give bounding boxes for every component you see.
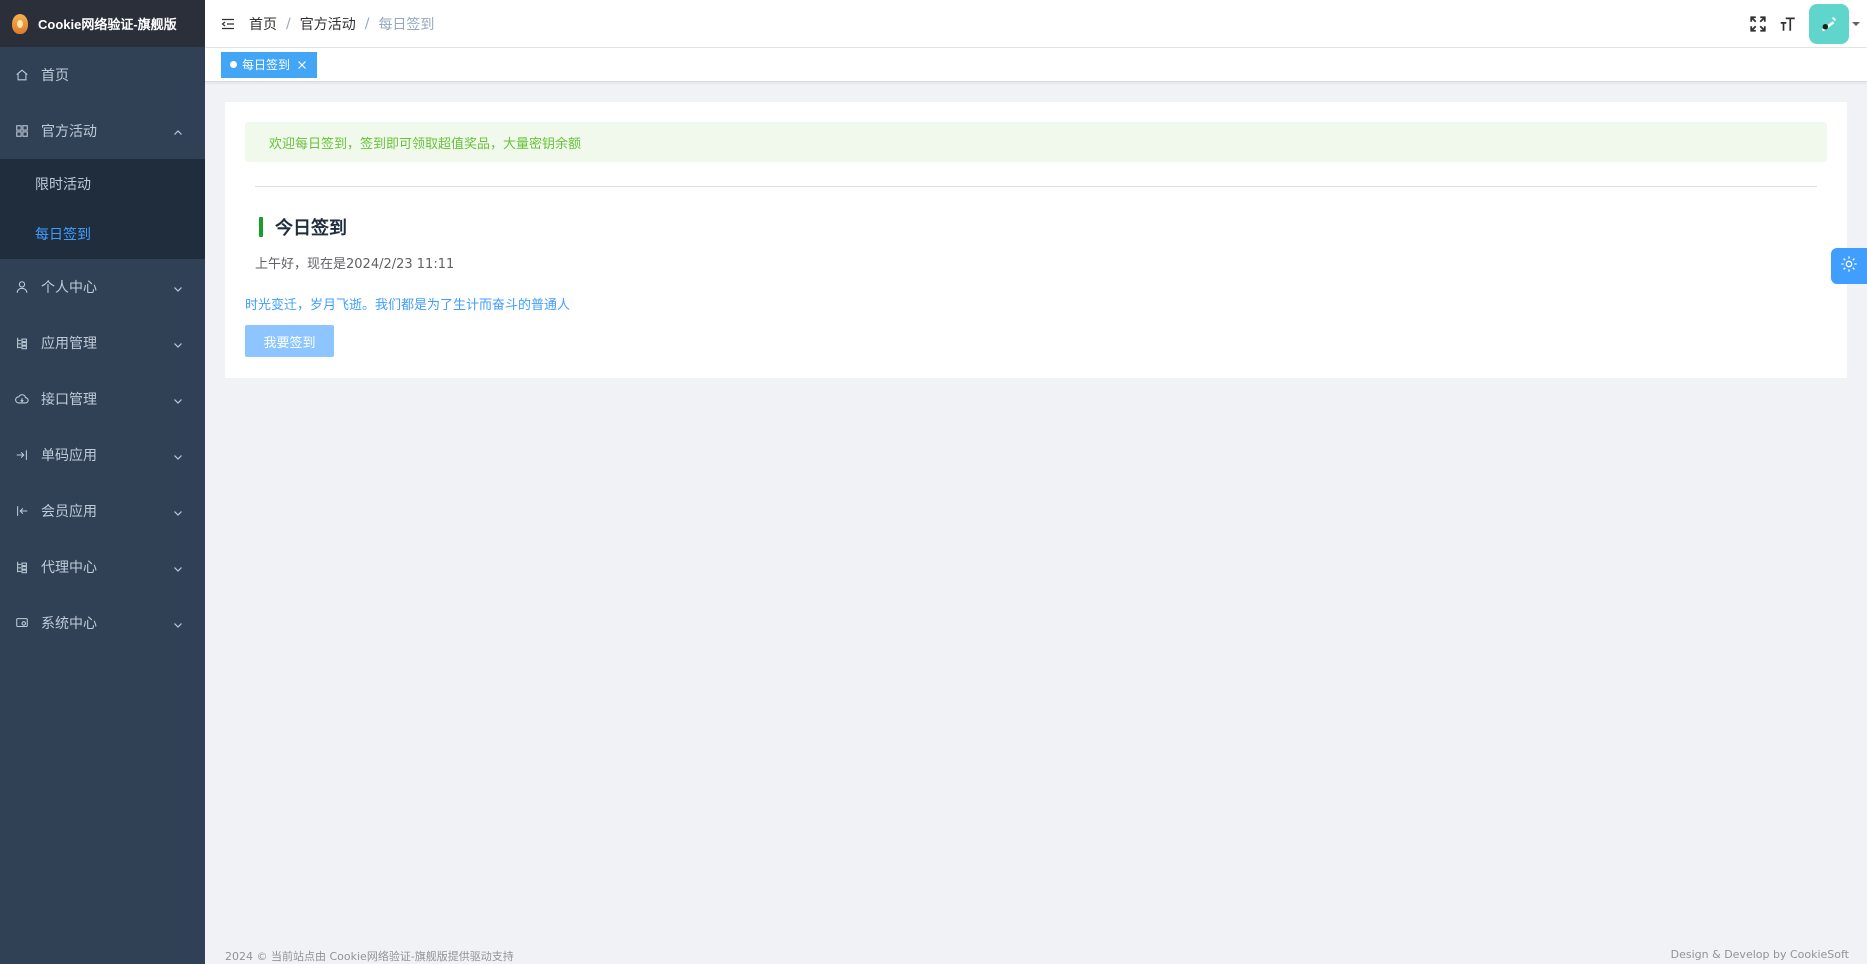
sidebar-logo[interactable]: Cookie网络验证-旗舰版 [0,0,205,47]
chevron-down-icon [173,506,183,516]
tags-view: 每日签到 [205,48,1867,82]
chevron-down-icon [173,338,183,348]
close-icon[interactable] [296,59,308,71]
breadcrumb-daily-signin: 每日签到 [378,16,435,33]
sidebar-item-label: 系统中心 [41,616,97,632]
app-title: Cookie网络验证-旗舰版 [38,17,177,32]
section-title: 今日签到 [259,214,347,240]
logo-icon [12,13,28,34]
sidebar-item-label: 会员应用 [41,504,97,520]
tag-daily-signin[interactable]: 每日签到 [221,51,318,78]
welcome-alert: 欢迎每日签到，签到即可领取超值奖品，大量密钥余额 [245,122,1827,162]
sidebar-item-app-management[interactable]: 应用管理 [0,315,205,371]
hamburger-icon[interactable] [221,17,235,31]
chevron-down-icon [173,450,183,460]
tree-icon [15,560,29,574]
logout-icon [15,504,29,518]
sidebar: Cookie网络验证-旗舰版 首页 官方活动 限时活动 每日签到 个人中心 应用… [0,0,205,964]
home-icon [15,68,29,82]
sidebar-item-official-activity[interactable]: 官方活动 [0,103,205,159]
chevron-down-icon [173,394,183,404]
grid-icon [15,124,29,138]
monitor-icon [15,616,29,630]
sidebar-item-single-code-app[interactable]: 单码应用 [0,427,205,483]
breadcrumb: 首页 / 官方活动 / 每日签到 [249,14,434,34]
sidebar-item-label: 代理中心 [41,560,97,576]
sidebar-item-home[interactable]: 首页 [0,47,205,103]
top-navbar: 首页 / 官方活动 / 每日签到 [205,0,1867,48]
settings-button[interactable] [1831,248,1867,284]
sign-in-button[interactable]: 我要签到 [245,325,334,357]
gear-icon [1840,255,1858,277]
user-icon [15,280,29,294]
divider [255,186,1817,187]
chevron-down-icon [173,618,183,628]
breadcrumb-official-activity[interactable]: 官方活动 [300,14,356,34]
breadcrumb-home[interactable]: 首页 [249,14,277,34]
sidebar-item-daily-signin[interactable]: 每日签到 [0,209,205,259]
section-title-text: 今日签到 [275,218,347,239]
sidebar-item-label: 个人中心 [41,280,97,296]
sidebar-menu: 首页 官方活动 限时活动 每日签到 个人中心 应用管理 接口管理 单码应用 会员… [0,47,205,651]
caret-down-icon[interactable] [1851,19,1861,29]
sidebar-item-system-center[interactable]: 系统中心 [0,595,205,651]
chevron-down-icon [173,562,183,572]
avatar[interactable] [1809,4,1849,44]
footer-credit: Design & Develop by CookieSoft [1670,948,1849,961]
chevron-down-icon [173,282,183,292]
greeting-text: 上午好，现在是2024/2/23 11:11 [255,257,455,272]
sidebar-item-label: 应用管理 [41,336,97,352]
section-accent-bar [259,217,263,237]
submenu-official-activity: 限时活动 每日签到 [0,159,205,259]
chevron-up-icon [173,126,183,136]
sidebar-item-label: 接口管理 [41,392,97,408]
sidebar-item-label: 首页 [41,68,69,84]
motto-text: 时光变迁，岁月飞逝。我们都是为了生计而奋斗的普通人 [245,298,571,313]
fullscreen-icon[interactable] [1749,15,1767,33]
header-actions [1749,0,1867,48]
breadcrumb-separator: / [364,15,370,32]
login-icon [15,448,29,462]
cloud-icon [15,392,29,406]
tree-icon [15,336,29,350]
sidebar-item-member-app[interactable]: 会员应用 [0,483,205,539]
signin-card: 欢迎每日签到，签到即可领取超值奖品，大量密钥余额 今日签到 上午好，现在是202… [225,102,1847,378]
active-dot [230,61,237,68]
tag-label: 每日签到 [242,58,291,72]
footer-copyright: 2024 © 当前站点由 Cookie网络验证-旗舰版提供驱动支持 [225,950,514,963]
sidebar-item-agent-center[interactable]: 代理中心 [0,539,205,595]
sidebar-item-limited-activity[interactable]: 限时活动 [0,159,205,209]
font-size-icon[interactable] [1779,15,1797,33]
sidebar-item-label: 单码应用 [41,448,97,464]
sidebar-item-api-management[interactable]: 接口管理 [0,371,205,427]
sidebar-item-label: 官方活动 [41,124,97,140]
sidebar-item-personal-center[interactable]: 个人中心 [0,259,205,315]
breadcrumb-separator: / [286,15,291,32]
